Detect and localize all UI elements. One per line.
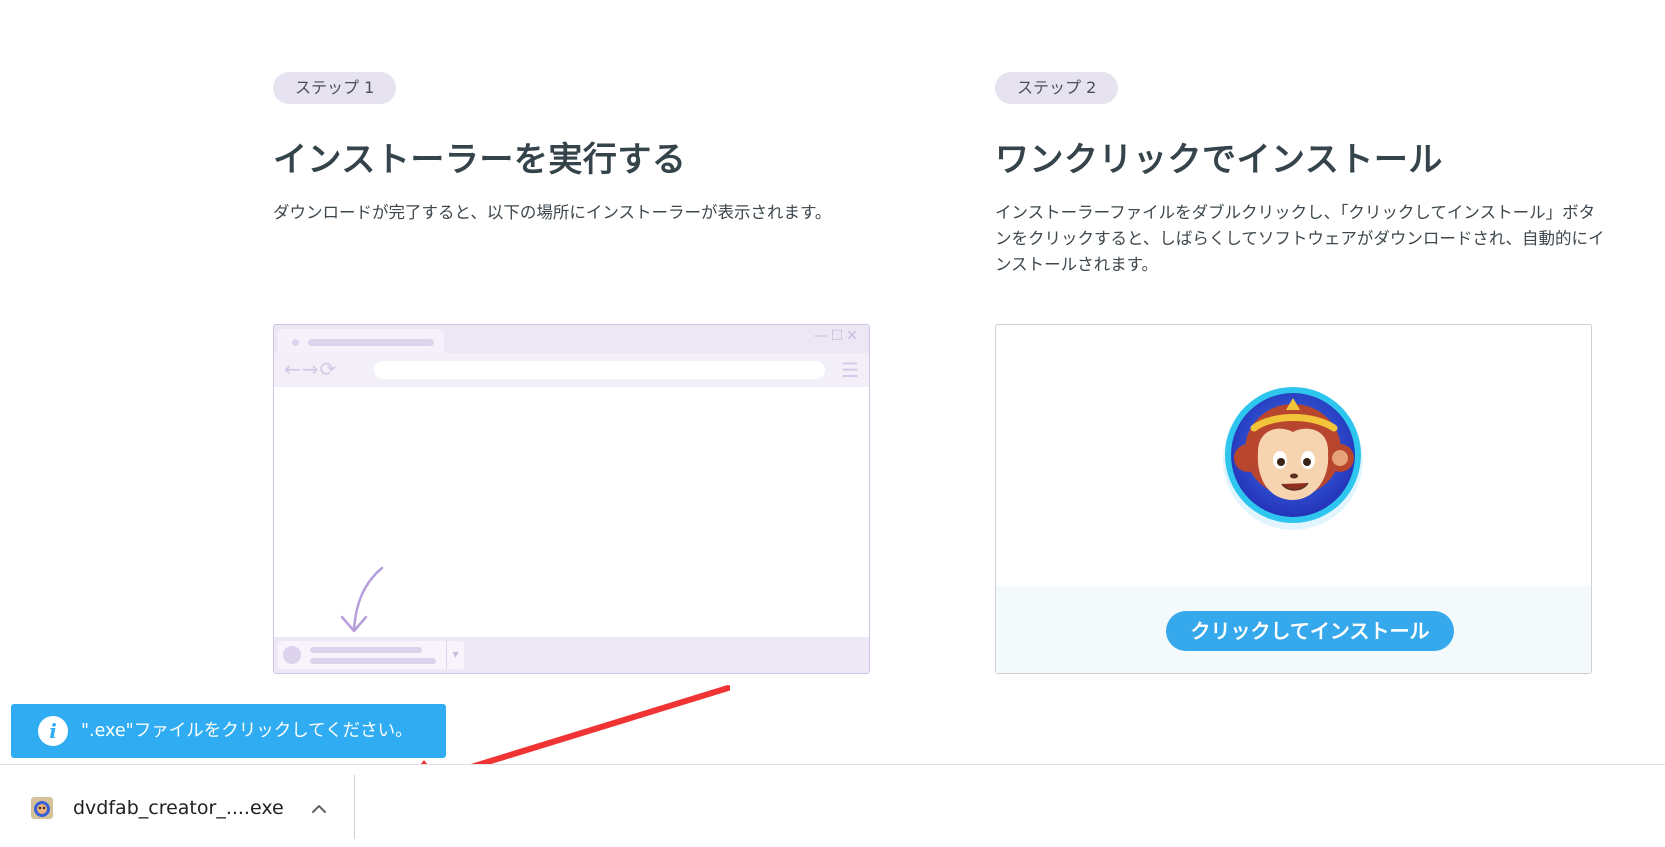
install-footer: クリックしてインストール: [996, 586, 1591, 673]
install-mockup-illustration: クリックしてインストール: [995, 324, 1592, 674]
mock-tab-line: [308, 339, 434, 346]
mock-window-buttons-icon: —☐✕: [813, 328, 861, 344]
browser-download-bar: dvdfab_creator_....exe: [0, 764, 1665, 847]
step-1-badge: ステップ 1: [273, 72, 397, 104]
browser-mockup-illustration: —☐✕ ←→⟳ ☰ ▼: [273, 324, 870, 674]
step-2-badge: ステップ 2: [995, 72, 1119, 104]
mock-tab-dot: [292, 339, 299, 346]
step-1-title: インストーラーを実行する: [273, 140, 687, 180]
mock-download-icon: [283, 646, 301, 664]
step-2-description: インストーラーファイルをダブルクリックし、「クリックしてインストール」ボタンをク…: [995, 203, 1605, 274]
mock-download-bar: ▼: [274, 637, 869, 673]
download-filename[interactable]: dvdfab_creator_....exe: [73, 795, 284, 821]
mock-nav-icons: ←→⟳: [284, 357, 338, 381]
download-separator: [354, 775, 355, 839]
hint-text: ".exe"ファイルをクリックしてください。: [81, 721, 413, 741]
dvdfab-file-icon[interactable]: [29, 795, 55, 821]
hint-toast: i ".exe"ファイルをクリックしてください。: [11, 704, 446, 758]
mock-download-item: ▼: [278, 641, 464, 669]
info-icon: i: [38, 716, 68, 746]
mock-toolbar: ←→⟳ ☰: [274, 353, 869, 387]
click-to-install-button[interactable]: クリックしてインストール: [1166, 611, 1454, 651]
mock-caret-icon: ▼: [446, 641, 464, 669]
mock-tab: [278, 329, 444, 353]
mock-download-line: [310, 658, 436, 664]
chevron-up-icon[interactable]: [308, 798, 330, 820]
mock-curved-arrow-icon: [340, 566, 384, 633]
mock-download-line: [310, 647, 422, 653]
mock-menu-icon: ☰: [841, 358, 859, 382]
mock-titlebar: —☐✕: [274, 325, 869, 353]
step-2-title: ワンクリックでインストール: [995, 140, 1443, 180]
dvdfab-monkey-logo-icon: [1223, 387, 1363, 530]
mock-url-bar: [374, 361, 825, 379]
step-1-description: ダウンロードが完了すると、以下の場所にインストーラーが表示されます。: [273, 203, 832, 222]
